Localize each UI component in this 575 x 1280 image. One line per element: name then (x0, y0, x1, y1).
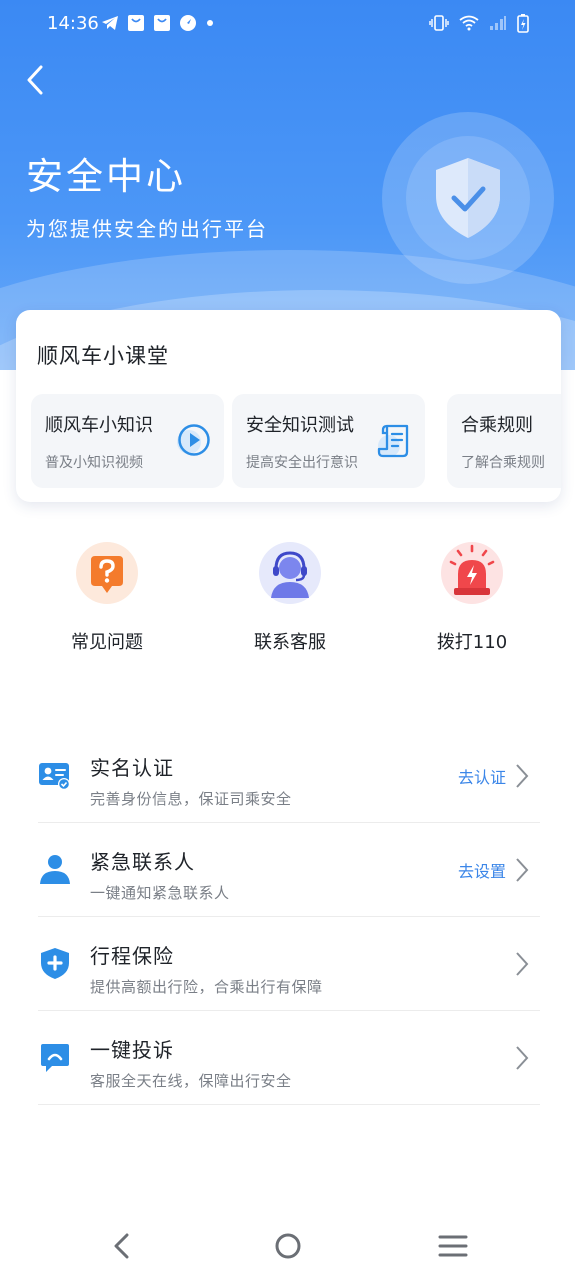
wifi-icon (459, 15, 479, 31)
list-item-title: 一键投诉 (90, 1038, 174, 1062)
chevron-right-icon (516, 858, 529, 882)
status-bar: 14:36 (0, 0, 575, 48)
lesson-card-quiz[interactable]: 安全知识测试 提高安全出行意识 (232, 394, 425, 488)
home-nav-icon[interactable] (266, 1224, 310, 1268)
list-item-subtitle: 一键通知紧急联系人 (90, 884, 230, 902)
page-title: 安全中心 (26, 155, 186, 198)
lesson-title: 顺风车小知识 (45, 415, 153, 436)
id-card-icon (39, 763, 70, 790)
list-item-title: 行程保险 (90, 944, 174, 968)
setup-link[interactable]: 去设置 (458, 858, 506, 882)
menu-nav-icon[interactable] (431, 1224, 475, 1268)
back-nav-icon[interactable] (100, 1224, 144, 1268)
shield-plus-icon (41, 948, 69, 979)
quick-action-label: 联系客服 (254, 632, 326, 653)
lesson-subtitle: 普及小知识视频 (45, 455, 143, 471)
list-item-trip-insurance[interactable]: 行程保险 提供高额出行险，合乘出行有保障 (38, 916, 540, 1011)
page-subtitle: 为您提供安全的出行平台 (26, 217, 268, 241)
complaint-chat-icon (41, 1044, 69, 1072)
alarm-light-icon (441, 542, 503, 604)
scroll-icon (377, 424, 409, 458)
telegram-icon (102, 16, 118, 30)
verify-link[interactable]: 去认证 (458, 764, 506, 788)
compass-icon (180, 15, 196, 31)
person-icon (40, 855, 70, 884)
shield-illustration (382, 112, 554, 284)
quick-action-faq[interactable]: 常见问题 (17, 540, 197, 660)
shopping-bag-icon (154, 15, 170, 31)
system-nav-bar (0, 1210, 575, 1280)
quick-action-support[interactable]: 联系客服 (200, 540, 380, 660)
list-item-title: 实名认证 (90, 756, 174, 780)
lesson-subtitle: 了解合乘规则 (461, 455, 545, 471)
quick-action-label: 拨打110 (436, 632, 508, 653)
back-button[interactable] (22, 63, 50, 97)
list-item-real-name[interactable]: 实名认证 完善身份信息，保证司乘安全 去认证 (38, 728, 540, 823)
question-bubble-icon (76, 542, 138, 604)
lesson-title: 合乘规则 (461, 415, 533, 436)
chevron-right-icon (516, 1046, 529, 1070)
list-item-title: 紧急联系人 (90, 850, 195, 874)
lesson-card-rules[interactable]: 合乘规则 了解合乘规则 (447, 394, 561, 488)
vibrate-icon (429, 15, 449, 31)
dot-icon (207, 20, 213, 26)
chevron-right-icon (516, 764, 529, 788)
battery-charging-icon (517, 14, 529, 33)
status-time: 14:36 (47, 13, 99, 34)
signal-icon (490, 16, 506, 30)
quick-action-label: 常见问题 (71, 632, 143, 653)
customer-service-icon (259, 542, 321, 604)
classroom-card: 顺风车小课堂 顺风车小知识 普及小知识视频 安全知识测试 提高安全出行意识 合乘… (16, 310, 561, 502)
list-item-subtitle: 完善身份信息，保证司乘安全 (90, 790, 292, 808)
shopping-bag-icon (128, 15, 144, 31)
lesson-subtitle: 提高安全出行意识 (246, 455, 358, 471)
play-icon (177, 424, 210, 456)
list-item-subtitle: 客服全天在线，保障出行安全 (90, 1072, 292, 1090)
quick-action-call-110[interactable]: 拨打110 (382, 540, 562, 660)
list-item-complaint[interactable]: 一键投诉 客服全天在线，保障出行安全 (38, 1010, 540, 1105)
list-item-subtitle: 提供高额出行险，合乘出行有保障 (90, 978, 323, 996)
list-item-emergency-contact[interactable]: 紧急联系人 一键通知紧急联系人 去设置 (38, 822, 540, 917)
classroom-title: 顺风车小课堂 (37, 344, 169, 368)
chevron-right-icon (516, 952, 529, 976)
lesson-title: 安全知识测试 (246, 415, 354, 436)
shield-check-icon (436, 158, 500, 238)
lesson-card-knowledge[interactable]: 顺风车小知识 普及小知识视频 (31, 394, 224, 488)
